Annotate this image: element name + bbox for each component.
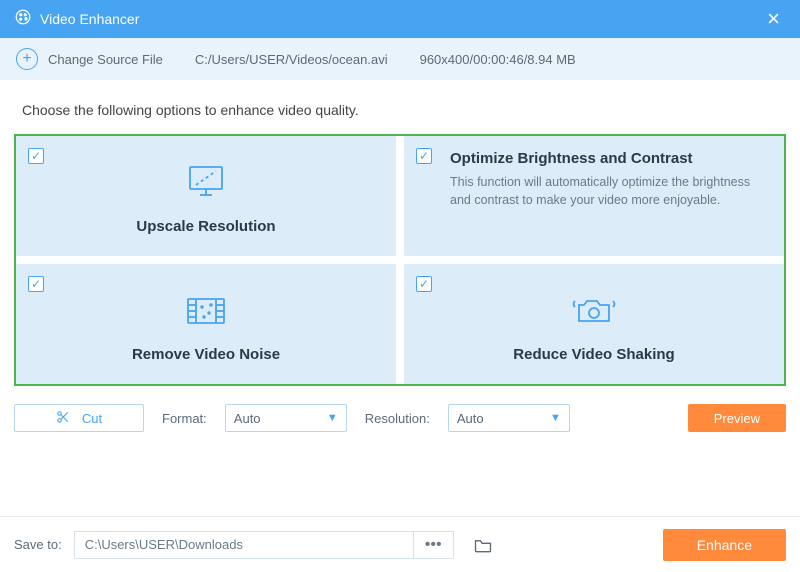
change-source-button[interactable]: + Change Source File [16,48,163,70]
titlebar: Video Enhancer × [0,0,800,38]
save-to-label: Save to: [14,537,62,552]
plus-icon: + [16,48,38,70]
chevron-down-icon: ▼ [550,412,561,424]
preview-button[interactable]: Preview [688,404,786,432]
enhance-options: ✓ Upscale Resolution ✓ Optimize Brightne… [14,134,786,386]
format-value: Auto [234,411,261,426]
save-path-input[interactable]: C:\Users\USER\Downloads [74,531,414,559]
format-dropdown[interactable]: Auto ▼ [225,404,347,432]
card-body: Upscale Resolution [30,148,382,242]
card-body: Reduce Video Shaking [418,276,770,370]
checkbox-brightness[interactable]: ✓ [416,148,432,164]
resolution-value: Auto [457,411,484,426]
option-upscale-resolution[interactable]: ✓ Upscale Resolution [16,136,396,256]
option-reduce-shaking[interactable]: ✓ Reduce Video Shaking [404,264,784,384]
enhance-button[interactable]: Enhance [663,529,786,561]
option-brightness-contrast[interactable]: ✓ Optimize Brightness and Contrast This … [404,136,784,256]
controls-row: Cut Format: Auto ▼ Resolution: Auto ▼ Pr… [14,404,786,432]
checkbox-upscale[interactable]: ✓ [28,148,44,164]
option-remove-noise[interactable]: ✓ Remove Video Noise [16,264,396,384]
source-file-path: C:/Users/USER/Videos/ocean.avi [195,52,388,67]
folder-icon [473,536,493,554]
footer: Save to: C:\Users\USER\Downloads ••• Enh… [0,516,800,572]
close-icon[interactable]: × [761,6,786,32]
resolution-dropdown[interactable]: Auto ▼ [448,404,570,432]
save-path-value: C:\Users\USER\Downloads [85,537,243,552]
titlebar-left: Video Enhancer [14,8,139,31]
chevron-down-icon: ▼ [327,412,338,424]
format-label: Format: [162,411,207,426]
checkbox-shaking[interactable]: ✓ [416,276,432,292]
resolution-label: Resolution: [365,411,430,426]
checkbox-noise[interactable]: ✓ [28,276,44,292]
open-folder-button[interactable] [466,531,500,559]
scissors-icon [56,410,70,427]
cut-button[interactable]: Cut [14,404,144,432]
app-title: Video Enhancer [40,11,139,27]
change-source-label: Change Source File [48,52,163,67]
cut-label: Cut [82,411,102,426]
option-title: Reduce Video Shaking [513,346,674,363]
card-body: Remove Video Noise [30,276,382,370]
source-toolbar: + Change Source File C:/Users/USER/Video… [0,38,800,80]
browse-button[interactable]: ••• [414,531,454,559]
filmstrip-icon [182,291,230,336]
option-title: Optimize Brightness and Contrast [450,150,770,167]
source-file-info: 960x400/00:00:46/8.94 MB [420,52,576,67]
monitor-icon [184,163,228,208]
option-title: Remove Video Noise [132,346,280,363]
option-title: Upscale Resolution [136,218,275,235]
option-description: This function will automatically optimiz… [450,173,770,209]
ellipsis-icon: ••• [425,536,442,554]
save-path-group: C:\Users\USER\Downloads ••• [74,531,454,559]
instructions-text: Choose the following options to enhance … [0,80,800,134]
palette-icon [14,8,32,31]
camera-icon [569,291,619,336]
card-body: Optimize Brightness and Contrast This fu… [418,148,770,209]
